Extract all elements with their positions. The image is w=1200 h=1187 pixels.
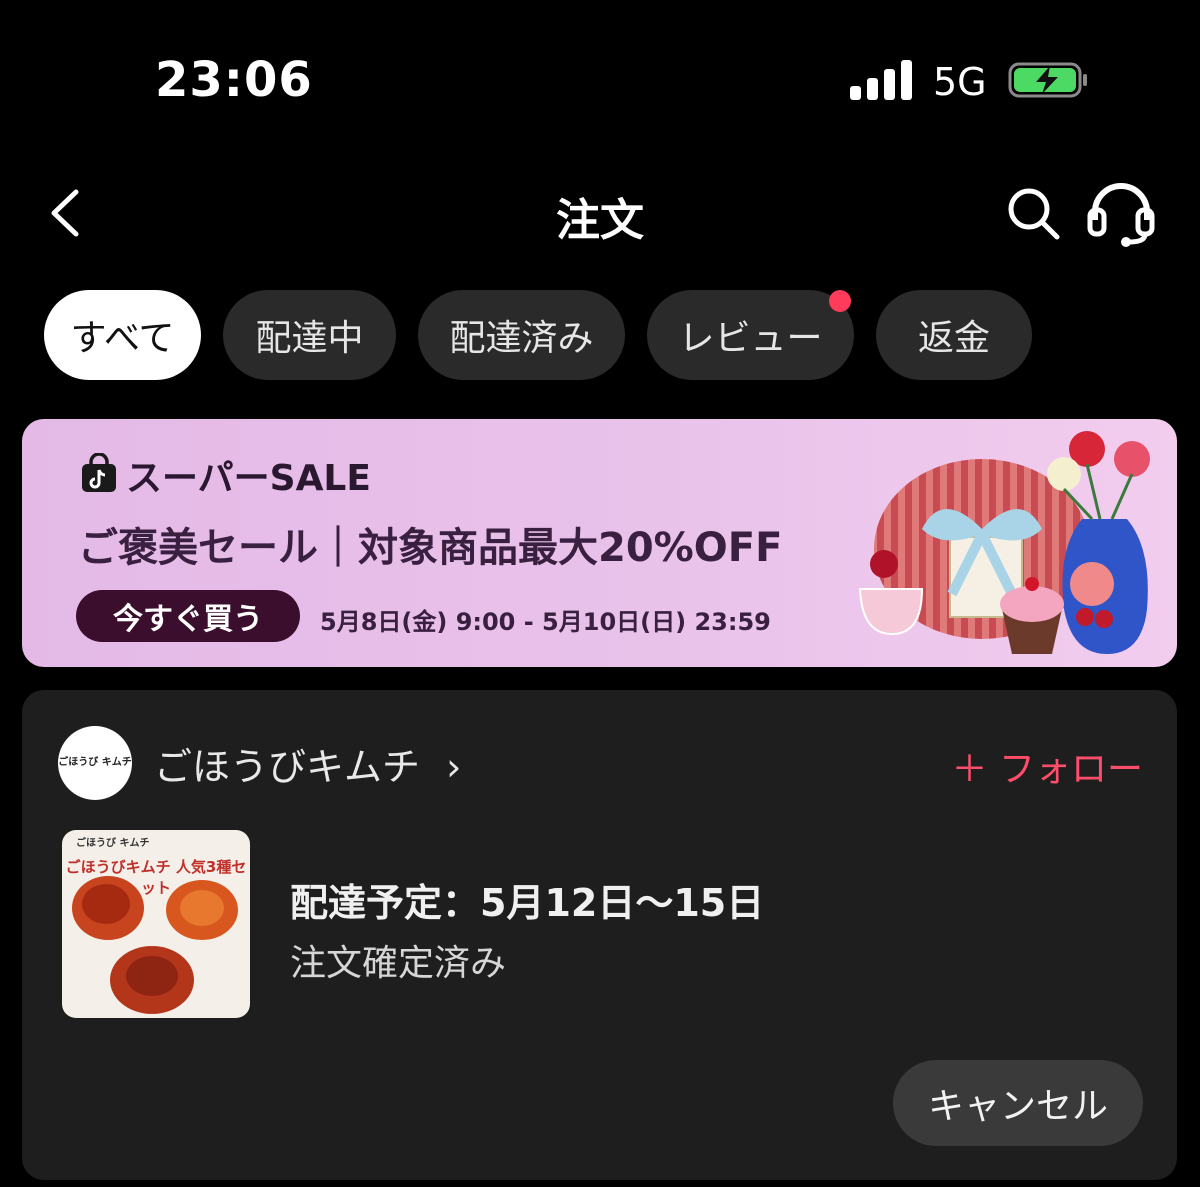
notification-badge: [829, 290, 851, 312]
order-status: 注文確定済み: [290, 943, 507, 984]
shop-name-link[interactable]: ごほうびキムチ ›: [154, 736, 461, 791]
shop-name: ごほうびキムチ: [154, 745, 421, 789]
cancel-button[interactable]: キャンセル: [893, 1060, 1143, 1146]
search-icon[interactable]: [1005, 185, 1061, 241]
signal-icon: [850, 60, 914, 100]
delivery-estimate: 配達予定：5月12日〜15日: [290, 881, 765, 925]
shop-avatar[interactable]: ごほうび キムチ: [58, 726, 132, 800]
gift-illustration: [858, 431, 1150, 654]
follow-button[interactable]: ＋ フォロー: [952, 740, 1143, 792]
sale-banner[interactable]: スーパーSALE ご褒美セール｜対象商品最大20%OFF 今すぐ買う 5月8日(…: [22, 419, 1177, 667]
buy-now-button[interactable]: 今すぐ買う: [76, 590, 300, 642]
order-card: ごほうび キムチ ごほうびキムチ › ＋ フォロー ごほうび キムチ ごほうびキ…: [22, 690, 1177, 1180]
kimchi-image: [72, 876, 238, 1014]
sale-subtitle: ご褒美セール｜対象商品最大20%OFF: [78, 525, 783, 571]
battery-icon: [1008, 62, 1087, 98]
status-time: 23:06: [155, 52, 313, 108]
chevron-right-icon: ›: [446, 745, 462, 789]
tab-delivered[interactable]: 配達済み: [418, 290, 625, 380]
thumbnail-brand: ごほうび キムチ: [76, 838, 150, 849]
sale-period: 5月8日(金) 9:00 - 5月10日(日) 23:59: [320, 608, 771, 636]
product-thumbnail[interactable]: ごほうび キムチ ごほうびキムチ 人気3種セット: [62, 830, 250, 1018]
tab-review[interactable]: レビュー: [647, 290, 854, 380]
customer-support-icon[interactable]: [1086, 180, 1156, 248]
tab-shipping[interactable]: 配達中: [223, 290, 396, 380]
tab-refund[interactable]: 返金: [876, 290, 1032, 380]
tab-all[interactable]: すべて: [44, 290, 201, 380]
shop-bag-icon: [82, 453, 116, 492]
sale-title: スーパーSALE: [126, 458, 371, 499]
network-label: 5G: [933, 60, 987, 104]
